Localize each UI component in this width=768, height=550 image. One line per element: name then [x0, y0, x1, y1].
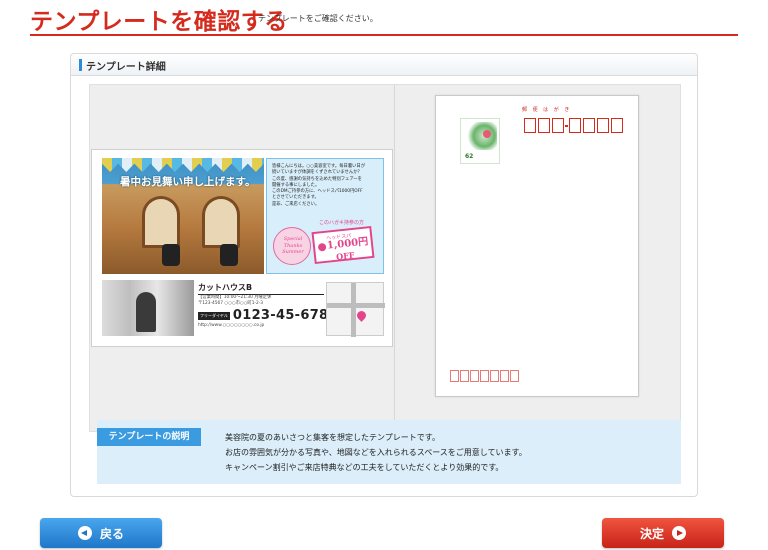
back-button-label: 戻る: [99, 526, 124, 541]
page-title: テンプレートを確認する: [30, 9, 288, 35]
postal-code-dash: [565, 125, 568, 127]
message-line: 是非、ご来店ください。: [272, 201, 320, 207]
staff-figure: [136, 292, 156, 332]
shop-url: http://www.○○○○○○○○.co.jp: [198, 323, 265, 328]
salon-interior-photo: 暑中お見舞い申し上げます。: [102, 158, 264, 274]
postcard-label: 郵 便 は が き: [522, 107, 572, 113]
sender-postal-box: [480, 370, 489, 382]
sender-postal-box: [470, 370, 479, 382]
back-button[interactable]: 戻る: [40, 518, 162, 548]
shop-address: 〒123-4567 ○○○市○○町1-2-3: [198, 301, 263, 306]
postal-code-box: [611, 118, 623, 133]
postal-code-boxes: [524, 118, 625, 133]
postal-code-box: [538, 118, 550, 133]
discount-ticket: ヘッドスパ 1,000円 OFF: [311, 225, 375, 265]
sender-postal-box: [510, 370, 519, 382]
page-header: テンプレートを確認する テンプレートをご確認ください。: [30, 0, 738, 36]
sender-postal-box: [450, 370, 459, 382]
panel-heading: テンプレート詳細: [86, 62, 166, 73]
shop-phone: 0123-45-6789: [232, 308, 338, 323]
salon-mirror: [142, 196, 180, 248]
shop-map: [326, 282, 385, 337]
template-preview: 暑中お見舞い申し上げます。 皆様こんにちは。○○美容室です。毎日暑い日が 続いて…: [89, 84, 681, 432]
postal-code-box: [569, 118, 581, 133]
postal-code-box: [524, 118, 536, 133]
stamp-flower-icon: [465, 122, 497, 150]
salon-mirror: [202, 196, 240, 248]
template-detail-panel: テンプレート詳細 暑中お見舞い申し上げます。 皆様こんにちは。○○美容室です。毎…: [70, 53, 698, 497]
postcard-front: 暑中お見舞い申し上げます。 皆様こんにちは。○○美容室です。毎日暑い日が 続いて…: [91, 149, 393, 347]
confirm-button-label: 決定: [639, 526, 664, 541]
postage-stamp: 62: [460, 118, 500, 164]
salon-chair: [220, 244, 238, 266]
panel-header-accent: [79, 59, 82, 71]
description-line: キャンペーン割引やご来店特典などの工夫をしていただくとより効果的です。: [225, 463, 504, 472]
map-road: [327, 303, 385, 308]
greeting-message: 皆様こんにちは。○○美容室です。毎日暑い日が 続いていますが体調をくずされていま…: [272, 164, 382, 208]
postal-code-box: [552, 118, 564, 133]
greeting-message-box: 皆様こんにちは。○○美容室です。毎日暑い日が 続いていますが体調をくずされていま…: [266, 158, 384, 274]
sender-postal-box: [500, 370, 509, 382]
salon-chair: [162, 244, 180, 266]
pennant-decoration: [102, 158, 264, 172]
ticket-hole-icon: [317, 242, 327, 252]
map-pin-icon: [355, 309, 368, 322]
template-description: テンプレートの説明 美容院の夏のあいさつと集客を想定したテンプレートです。 お店…: [97, 420, 681, 484]
stamp-value: 62: [465, 153, 474, 160]
sender-postal-code-boxes: [450, 370, 520, 382]
shop-phone-row: フリーダイヤル 0123-45-6789: [198, 308, 337, 323]
postcard-front-design: 暑中お見舞い申し上げます。 皆様こんにちは。○○美容室です。毎日暑い日が 続いて…: [102, 158, 385, 338]
shop-info: カットハウスB 【営業時間】10:00～21:30 月曜定休 〒123-4567…: [198, 282, 337, 329]
panel-header: テンプレート詳細: [71, 54, 697, 76]
description-text: 美容院の夏のあいさつと集客を想定したテンプレートです。 お店の雰囲気が分かる写真…: [225, 430, 675, 475]
postcard-back: 62 郵 便 は が き: [435, 95, 639, 397]
shop-staff-photo: [102, 280, 194, 336]
badge-text: Special Thanks Summer: [282, 236, 304, 255]
arrow-left-icon: [77, 526, 92, 540]
preview-divider: [394, 85, 395, 431]
description-line: 美容院の夏のあいさつと集客を想定したテンプレートです。: [225, 433, 440, 442]
summer-greeting-banner: 暑中お見舞い申し上げます。: [120, 176, 256, 188]
postal-code-box: [597, 118, 609, 133]
map-road: [351, 283, 356, 337]
shop-name: カットハウスB: [198, 282, 324, 295]
description-label: テンプレートの説明: [97, 428, 201, 446]
coupon-condition: このハガキ持参の方: [319, 220, 365, 226]
postal-code-box: [583, 118, 595, 133]
sender-postal-box: [460, 370, 469, 382]
ticket-off: OFF: [335, 249, 355, 262]
page-subtitle: テンプレートをご確認ください。: [258, 14, 378, 23]
confirm-button[interactable]: 決定: [602, 518, 724, 548]
arrow-right-icon: [672, 526, 686, 540]
sender-postal-box: [490, 370, 499, 382]
special-thanks-badge: Special Thanks Summer: [273, 227, 311, 265]
description-line: お店の雰囲気が分かる写真や、地図などを入れられるスペースをご用意しています。: [225, 448, 527, 457]
free-dial-icon: フリーダイヤル: [198, 311, 230, 320]
